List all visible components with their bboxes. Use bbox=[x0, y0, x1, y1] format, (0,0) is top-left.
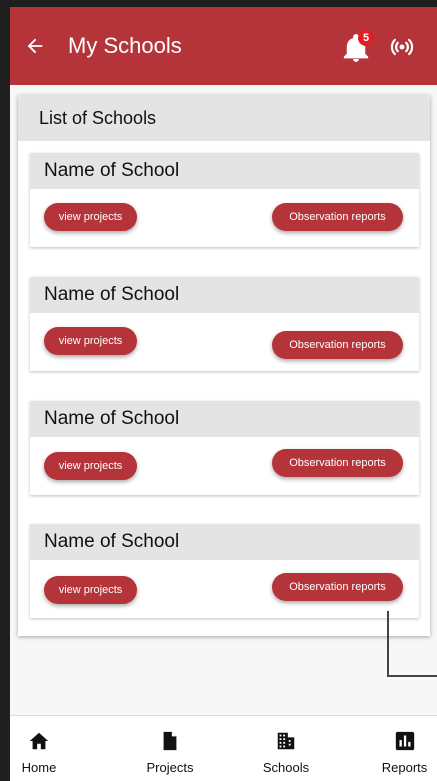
schools-panel: List of Schools Name of School view proj… bbox=[18, 95, 430, 636]
bottom-navigation: Home Projects Schools Reports bbox=[10, 715, 437, 781]
building-icon bbox=[277, 732, 295, 750]
arrow-left-icon bbox=[27, 38, 43, 54]
school-name: Name of School bbox=[30, 277, 419, 313]
nav-schools[interactable]: Schools bbox=[250, 716, 322, 781]
school-card: Name of School view projects Observation… bbox=[30, 401, 419, 495]
panel-title: List of Schools bbox=[18, 95, 430, 141]
nav-home[interactable]: Home bbox=[10, 716, 68, 781]
observation-reports-button[interactable]: Observation reports bbox=[272, 331, 403, 359]
device-frame-left bbox=[0, 0, 10, 781]
school-card: Name of School view projects Observation… bbox=[30, 277, 419, 371]
connector-line bbox=[387, 611, 437, 677]
notification-badge: 5 bbox=[358, 30, 374, 46]
school-name: Name of School bbox=[30, 401, 419, 437]
nav-label: Projects bbox=[146, 760, 194, 775]
observation-reports-button[interactable]: Observation reports bbox=[272, 449, 403, 477]
nav-reports[interactable]: Reports bbox=[372, 716, 437, 781]
school-name: Name of School bbox=[30, 153, 419, 189]
view-projects-button[interactable]: view projects bbox=[44, 452, 137, 480]
device-frame-top bbox=[0, 0, 437, 7]
view-projects-button[interactable]: view projects bbox=[44, 203, 137, 231]
school-name: Name of School bbox=[30, 524, 419, 560]
back-button[interactable] bbox=[22, 33, 48, 59]
school-card: Name of School view projects Observation… bbox=[30, 153, 419, 247]
view-projects-button[interactable]: view projects bbox=[44, 327, 137, 355]
broadcast-icon[interactable] bbox=[390, 35, 414, 59]
view-projects-button[interactable]: view projects bbox=[44, 576, 137, 604]
home-icon bbox=[29, 732, 49, 750]
bar-chart-icon bbox=[395, 731, 414, 751]
nav-projects[interactable]: Projects bbox=[130, 716, 210, 781]
observation-reports-button[interactable]: Observation reports bbox=[272, 203, 403, 231]
app-screen: My Schools 5 List of Schools Name of Sch… bbox=[10, 7, 437, 781]
nav-label: Reports bbox=[381, 760, 428, 775]
nav-label: Home bbox=[21, 760, 57, 775]
observation-reports-button[interactable]: Observation reports bbox=[272, 573, 403, 601]
nav-label: Schools bbox=[262, 760, 310, 775]
page-title: My Schools bbox=[68, 33, 182, 58]
file-icon bbox=[163, 731, 177, 751]
app-header: My Schools 5 bbox=[10, 7, 437, 85]
school-card: Name of School view projects Observation… bbox=[30, 524, 419, 618]
